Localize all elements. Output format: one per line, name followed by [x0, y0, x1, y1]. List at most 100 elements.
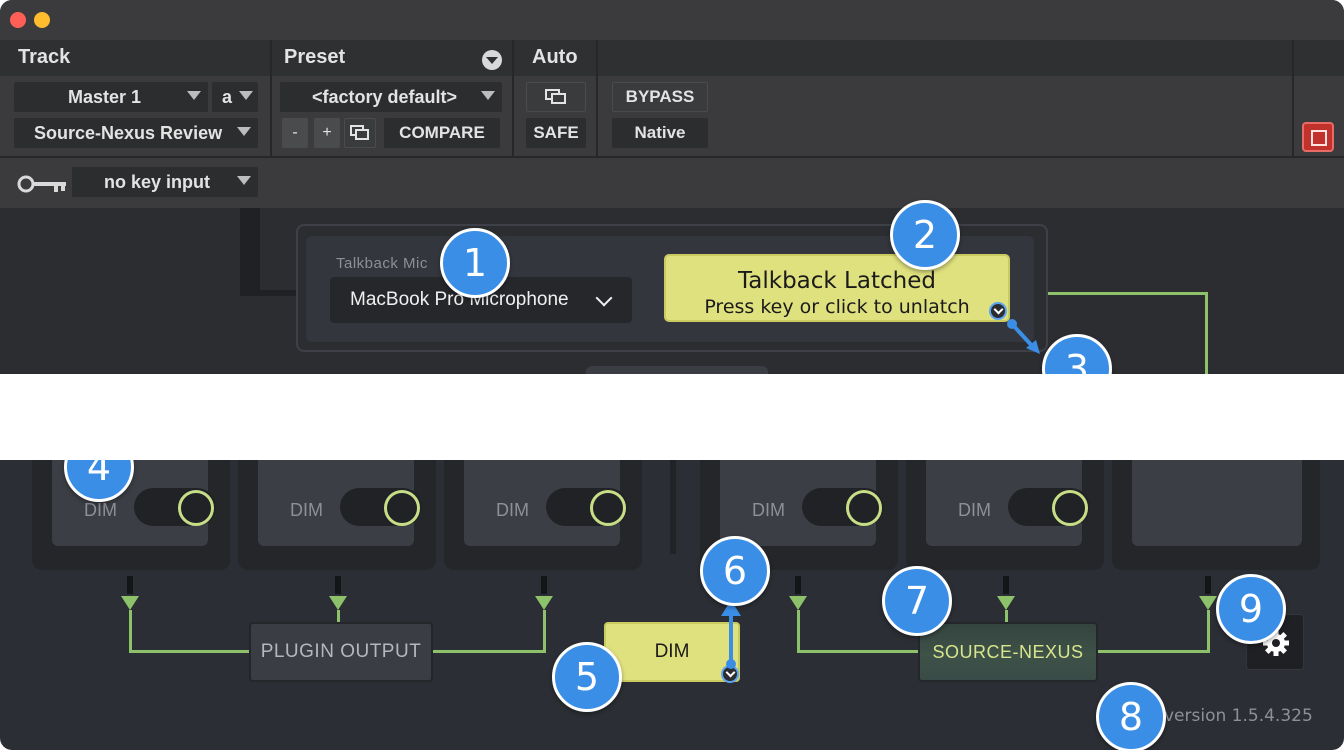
dim-toggle[interactable]	[546, 488, 628, 526]
dim-label: DIM	[752, 500, 785, 520]
preset-value: <factory default>	[312, 86, 458, 107]
callout-pointer	[1007, 319, 1040, 354]
track-selector[interactable]: Master 1	[14, 82, 208, 112]
preset-previous-button[interactable]: -	[282, 118, 308, 148]
divider	[270, 40, 272, 156]
callout-badge-1: 1	[440, 228, 510, 298]
callout-badge-8: 8	[1096, 682, 1166, 750]
track-channel-selector[interactable]: a	[212, 82, 258, 112]
copy-settings-button[interactable]	[344, 118, 376, 148]
key-input-value: no key input	[104, 171, 211, 192]
strip-card: DIM	[258, 460, 422, 546]
version-label: version 1.5.4.325	[1164, 706, 1313, 726]
route-stub	[1003, 576, 1009, 594]
plugin-window-top: Track Preset Auto Master 1 a Source-Nexu…	[0, 0, 1344, 374]
preset-next-button[interactable]: +	[314, 118, 340, 148]
key-icon	[17, 175, 66, 193]
route-stub	[541, 576, 547, 594]
strip-card: DIM	[926, 460, 1090, 546]
callout-badge-5: 5	[552, 642, 622, 712]
native-button[interactable]: Native	[612, 118, 708, 148]
route-arrow	[535, 596, 553, 610]
route-stub	[795, 576, 801, 594]
dim-label: DIM	[290, 500, 323, 520]
dim-label: DIM	[84, 500, 117, 520]
route-stub	[127, 576, 133, 594]
output-strip	[1112, 460, 1320, 570]
chevron-down-icon	[237, 176, 251, 185]
route-line	[1096, 650, 1210, 653]
close-window-button[interactable]	[10, 12, 26, 28]
talkback-latched-title: Talkback Latched	[738, 268, 936, 294]
output-strip: DIM	[444, 460, 642, 570]
route-line	[543, 610, 546, 652]
track-channel: a	[222, 86, 233, 107]
divider	[0, 156, 1344, 158]
bypass-button[interactable]: BYPASS	[612, 82, 708, 112]
chevron-down-icon	[239, 91, 253, 100]
title-bar	[0, 0, 1344, 40]
output-strip: DIM	[238, 460, 436, 570]
plugin-insert-selector[interactable]: Source-Nexus Review	[14, 118, 258, 148]
panel-tab	[586, 366, 768, 374]
track-label: Track	[18, 46, 71, 68]
chevron-down-icon	[237, 127, 251, 136]
route-line	[797, 650, 921, 653]
route-arrow	[789, 596, 807, 610]
route-line	[129, 610, 132, 652]
plugin-output-box: PLUGIN OUTPUT	[249, 622, 433, 682]
route-arrow	[121, 596, 139, 610]
dim-label: DIM	[958, 500, 991, 520]
talkback-latched-subtitle: Press key or click to unlatch	[704, 296, 970, 318]
callout-badge-3: 3	[1042, 334, 1112, 374]
callout-badge-9: 9	[1216, 574, 1286, 644]
dim-toggle[interactable]	[134, 488, 216, 526]
route-line	[430, 650, 546, 653]
automation-button[interactable]	[526, 82, 586, 112]
talkback-mic-label: Talkback Mic	[336, 255, 428, 272]
strip-card: DIM	[464, 460, 628, 546]
strip-card-empty	[1132, 460, 1302, 546]
header-label-row: Track Preset Auto	[0, 40, 1344, 76]
source-nexus-box: SOURCE-NEXUS	[918, 622, 1098, 682]
divider	[596, 40, 598, 156]
route-line	[240, 290, 300, 296]
callout-badge-7: 7	[882, 566, 952, 636]
key-input-selector[interactable]: no key input	[72, 167, 258, 197]
minimize-window-button[interactable]	[34, 12, 50, 28]
chevron-down-icon	[481, 91, 495, 100]
divider	[1292, 40, 1294, 156]
auto-label: Auto	[532, 46, 578, 68]
route-line	[240, 208, 260, 292]
route-line	[1207, 610, 1210, 652]
divider	[670, 460, 676, 554]
route-stub	[335, 576, 341, 594]
dim-toggle[interactable]	[340, 488, 422, 526]
safe-button[interactable]: SAFE	[526, 118, 586, 148]
route-arrow	[997, 596, 1015, 610]
dim-toggle[interactable]	[802, 488, 884, 526]
strip-card: DIM	[720, 460, 884, 546]
preset-selector[interactable]: <factory default>	[280, 82, 502, 112]
compare-button[interactable]: COMPARE	[384, 118, 500, 148]
route-arrow	[1199, 596, 1217, 610]
track-name: Master 1	[68, 86, 142, 107]
route-arrow	[329, 596, 347, 610]
plugin-name: Source-Nexus Review	[34, 122, 223, 143]
route-line	[129, 650, 251, 653]
plugin-power-button[interactable]	[1302, 122, 1334, 152]
preset-menu-icon[interactable]	[482, 50, 502, 70]
talkback-latched-button[interactable]: Talkback Latched Press key or click to u…	[664, 254, 1010, 322]
callout-pointer	[721, 600, 741, 669]
preset-label: Preset	[284, 46, 346, 68]
divider	[512, 40, 514, 156]
chevron-down-icon	[187, 91, 201, 100]
plugin-window-bottom: DIM DIM DIM DIM DIM PLUGIN OUTPUT DIM SO…	[0, 460, 1344, 750]
chevron-down-icon	[595, 289, 613, 307]
route-line	[797, 610, 800, 652]
callout-badge-2: 2	[890, 200, 960, 270]
route-stub	[1205, 576, 1211, 594]
dim-label: DIM	[496, 500, 529, 520]
copy-icon	[350, 125, 369, 140]
dim-toggle[interactable]	[1008, 488, 1090, 526]
